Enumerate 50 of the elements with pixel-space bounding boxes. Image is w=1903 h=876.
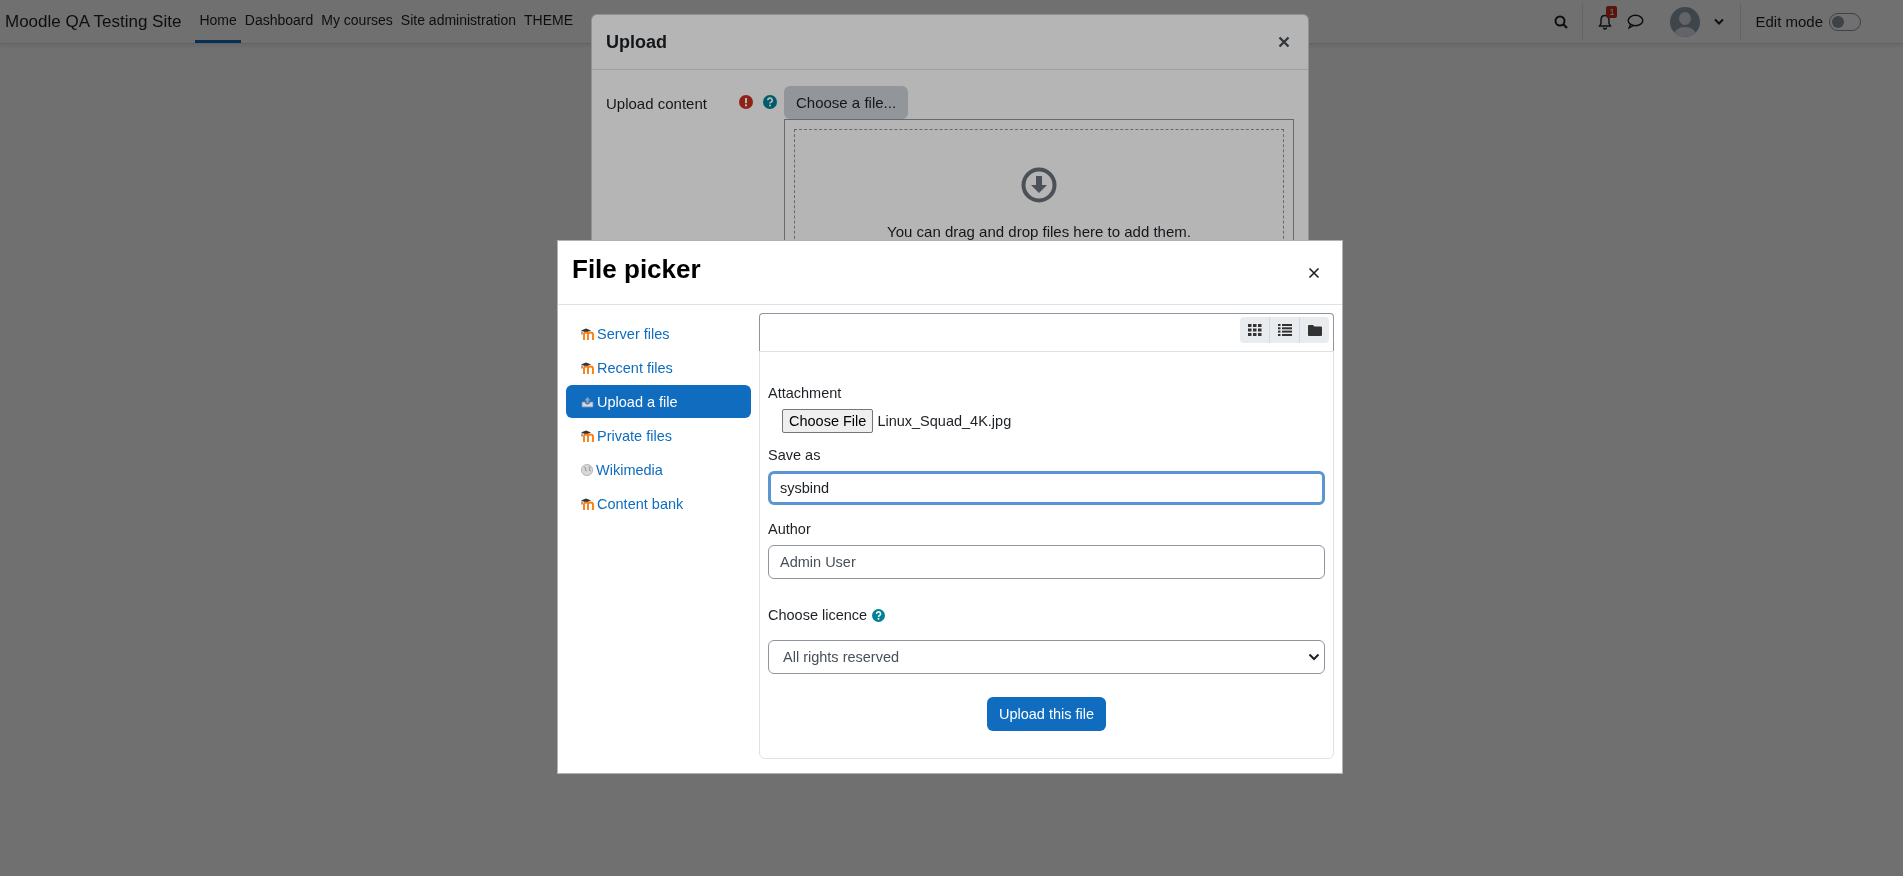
moodle-icon [581, 361, 594, 374]
edit-mode-label: Edit mode [1755, 13, 1823, 30]
selected-file-name: Linux_Squad_4K.jpg [877, 413, 1012, 429]
repository-item[interactable]: Recent files [566, 351, 751, 384]
save-as-field[interactable]: sysbind [768, 471, 1325, 505]
help-icon[interactable] [762, 95, 777, 109]
repository-item[interactable]: Wikimedia [566, 453, 751, 486]
grid-icon [1247, 324, 1262, 336]
nav-link[interactable]: My courses [317, 0, 397, 43]
close-icon[interactable] [1278, 36, 1290, 48]
required-icon [738, 95, 753, 109]
bell-icon[interactable] [1597, 13, 1614, 30]
drop-hint: You can drag and drop files here to add them. [887, 223, 1191, 240]
field-label: Author [768, 521, 812, 537]
site-name[interactable]: Moodle QA Testing Site [5, 11, 182, 32]
upload-tray-icon [581, 395, 594, 408]
edit-mode-toggle[interactable] [1829, 12, 1861, 31]
upload-file-button[interactable]: Upload this file [986, 697, 1107, 731]
nav-link[interactable]: Dashboard [240, 0, 318, 43]
field-label: Save as [768, 447, 822, 463]
choose-file-button[interactable]: Choose File [782, 409, 874, 433]
moodle-icon [581, 327, 594, 340]
field-label: Upload content [606, 95, 707, 112]
chat-bubble-icon[interactable] [1627, 14, 1645, 29]
folder-icon [1307, 324, 1322, 336]
dialog-title: File picker [572, 254, 701, 285]
repository-item[interactable]: Upload a file [566, 385, 751, 418]
nav-link[interactable]: THEME [520, 0, 577, 43]
moodle-icon [581, 429, 594, 442]
globe-icon [581, 463, 593, 476]
licence-select[interactable]: All rights reserved [768, 640, 1325, 674]
repository-item[interactable]: Private files [566, 419, 751, 452]
caret-icon[interactable] [1714, 18, 1725, 25]
choose-file-button[interactable]: Choose a file... [784, 86, 909, 119]
field-label: Attachment [768, 385, 843, 401]
field-label: Choose licence [768, 607, 868, 623]
moodle-icon [581, 497, 594, 510]
repository-item[interactable]: Content bank [566, 487, 751, 520]
chevron-icon [1308, 653, 1320, 661]
list-icon [1277, 324, 1292, 336]
notification-count: 1 [1606, 5, 1618, 18]
download-icon [1021, 167, 1057, 203]
nav-link[interactable]: Home [195, 0, 241, 43]
author-field[interactable]: Admin User [768, 545, 1325, 579]
help-icon[interactable] [872, 608, 886, 622]
search-icon[interactable] [1554, 14, 1569, 29]
nav-link[interactable]: Site administration [396, 0, 520, 43]
repository-item[interactable]: Server files [566, 317, 751, 350]
close-icon[interactable] [1308, 266, 1320, 279]
dialog-title: Upload [606, 31, 667, 53]
